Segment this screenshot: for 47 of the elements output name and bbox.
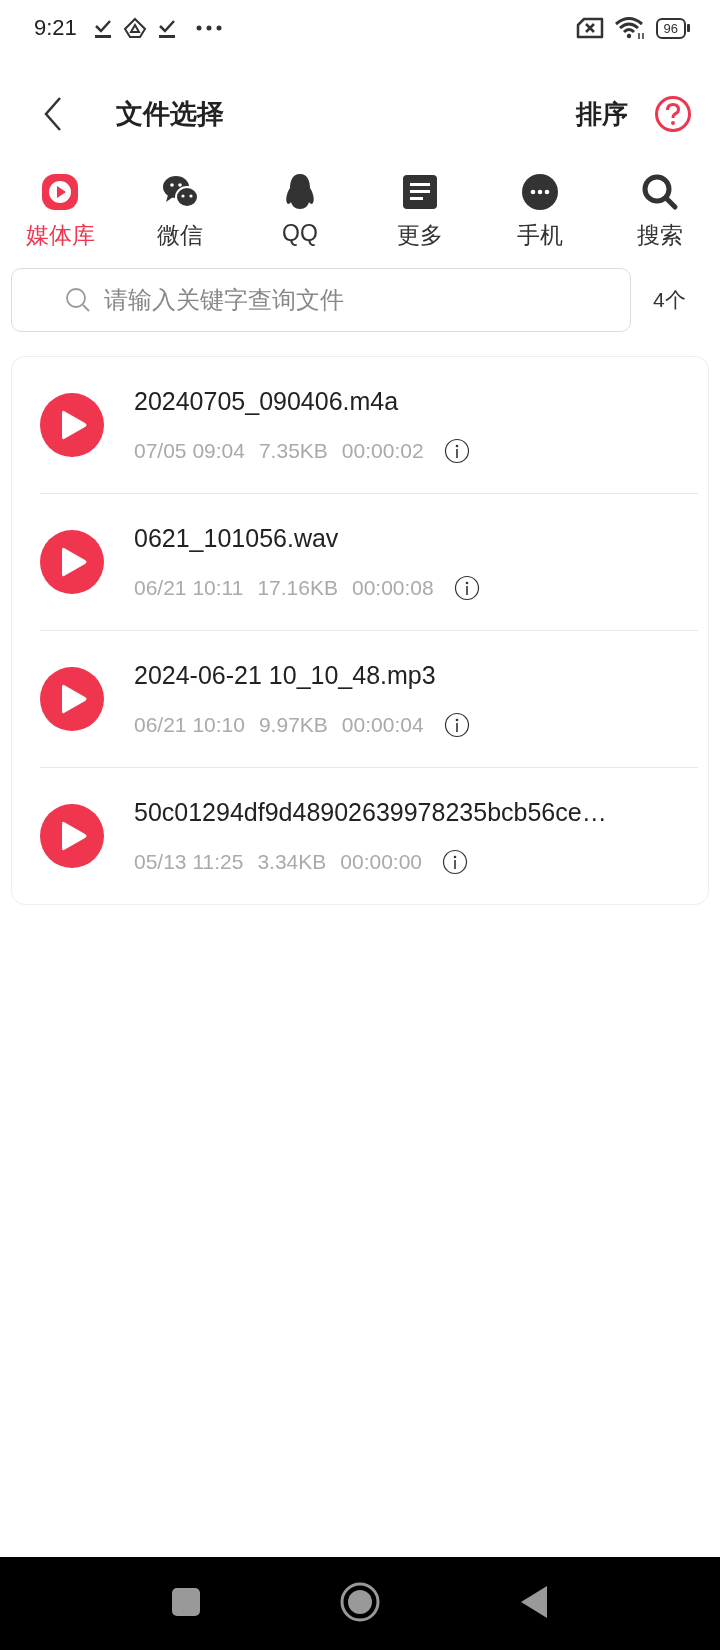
more-dots-icon (194, 24, 223, 32)
play-icon (40, 172, 80, 212)
file-duration: 00:00:04 (341, 712, 424, 737)
file-count: 4个 (653, 287, 686, 313)
search-icon (640, 172, 680, 212)
info-icon[interactable] (443, 437, 470, 464)
play-button[interactable] (40, 393, 104, 457)
search-field[interactable]: 请输入关键字查询文件 (11, 268, 631, 332)
file-size: 9.97KB (258, 712, 328, 737)
file-size: 17.16KB (257, 575, 338, 600)
file-name[interactable]: 2024-06-21 10_10_48.mp3 (134, 660, 470, 690)
play-button[interactable] (40, 804, 104, 868)
info-icon[interactable] (442, 848, 469, 875)
file-duration: 00:00:02 (341, 438, 424, 463)
info-icon[interactable] (443, 711, 470, 738)
file-date: 05/13 11:25 (134, 849, 244, 874)
info-icon[interactable] (453, 574, 480, 601)
file-duration: 00:00:08 (351, 575, 434, 600)
file-duration: 00:00:00 (340, 849, 423, 874)
category-tab[interactable]: 搜索 (600, 172, 720, 251)
category-tab[interactable]: 手机 (480, 172, 600, 251)
category-tab[interactable]: 更多 (360, 172, 480, 251)
sort-button[interactable]: 排序 (576, 96, 628, 132)
page-title: 文件选择 (116, 98, 224, 131)
document-icon (400, 172, 440, 212)
play-button[interactable] (40, 530, 104, 594)
status-time: 9:21 (34, 15, 77, 41)
search-icon (65, 287, 91, 313)
recents-button[interactable] (172, 1588, 200, 1619)
help-icon[interactable] (654, 95, 692, 133)
file-date: 06/21 10:11 (134, 575, 244, 600)
wifi-icon (613, 16, 646, 40)
file-name[interactable]: 50c01294df9d48902639978235bcb56ce… (134, 797, 607, 827)
category-tab[interactable]: 媒体库 (0, 172, 120, 251)
no-sim-icon (575, 17, 604, 39)
battery-level: 96 (655, 17, 686, 39)
category-tab[interactable]: 微信 (120, 172, 240, 251)
file-name[interactable]: 20240705_090406.m4a (134, 386, 470, 416)
category-tab[interactable]: QQ (240, 172, 360, 251)
file-size: 3.34KB (257, 849, 327, 874)
triangle-app-icon (122, 17, 147, 39)
play-button[interactable] (40, 667, 104, 731)
file-name[interactable]: 0621_101056.wav (134, 523, 480, 553)
file-date: 07/05 09:04 (134, 438, 245, 463)
file-date: 06/21 10:10 (134, 712, 245, 737)
more-dots-icon (520, 172, 560, 212)
file-size: 7.35KB (258, 438, 328, 463)
